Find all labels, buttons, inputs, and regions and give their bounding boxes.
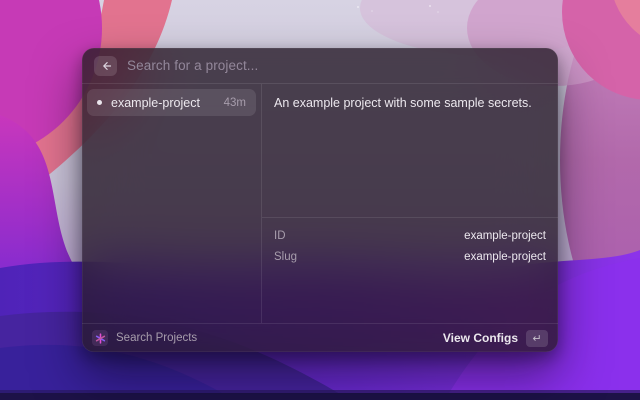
bullet-dot-icon bbox=[97, 100, 102, 105]
list-item-project[interactable]: example-project 43m bbox=[87, 89, 256, 116]
project-detail-pane: An example project with some sample secr… bbox=[262, 84, 558, 323]
view-configs-button[interactable]: View Configs ↵ bbox=[442, 329, 548, 347]
desktop: example-project 43m An example project w… bbox=[0, 0, 640, 400]
asterisk-app-icon bbox=[92, 330, 108, 346]
project-description: An example project with some sample secr… bbox=[274, 96, 532, 110]
palette-body: example-project 43m An example project w… bbox=[82, 84, 558, 323]
arrow-left-icon bbox=[102, 61, 111, 70]
meta-row-id: ID example-project bbox=[274, 225, 546, 246]
detail-spacer bbox=[262, 123, 558, 217]
command-palette-window: example-project 43m An example project w… bbox=[82, 48, 558, 352]
search-header bbox=[82, 48, 558, 84]
meta-label-id: ID bbox=[274, 229, 286, 242]
back-button[interactable] bbox=[94, 55, 117, 76]
search-input[interactable] bbox=[127, 58, 546, 73]
meta-label-slug: Slug bbox=[274, 250, 298, 263]
project-list: example-project 43m bbox=[82, 84, 262, 323]
project-name: example-project bbox=[111, 95, 200, 110]
project-updated-time: 43m bbox=[223, 96, 246, 109]
footer-bar: Search Projects View Configs ↵ bbox=[82, 323, 558, 352]
command-title: Search Projects bbox=[116, 332, 198, 344]
enter-key-icon: ↵ bbox=[526, 329, 548, 347]
meta-value-id: example-project bbox=[464, 229, 546, 242]
view-configs-label: View Configs bbox=[442, 331, 518, 345]
meta-value-slug: example-project bbox=[464, 250, 546, 263]
meta-row-slug: Slug example-project bbox=[274, 246, 546, 267]
metadata-section: ID example-project Slug example-project bbox=[262, 217, 558, 323]
